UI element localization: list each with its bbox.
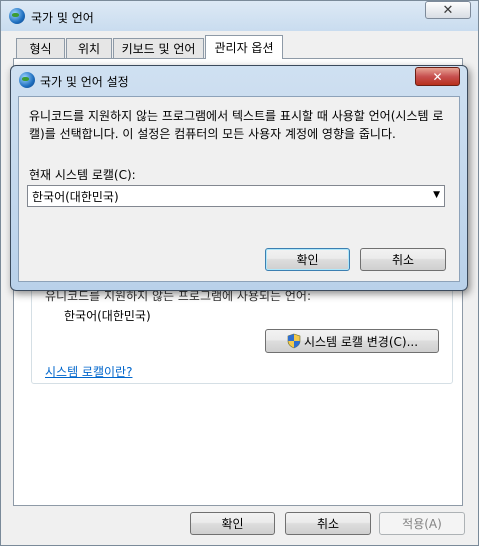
dialog-close-button[interactable]: ✕: [415, 67, 460, 86]
window-close-button[interactable]: ✕: [425, 1, 471, 19]
uac-shield-icon: [287, 333, 301, 349]
apply-button[interactable]: 적용(A): [379, 512, 465, 535]
window-title-bar[interactable]: 국가 및 언어: [1, 1, 478, 31]
dialog-ok-button[interactable]: 확인: [265, 248, 350, 271]
cancel-button[interactable]: 취소: [285, 512, 371, 535]
window-title: 국가 및 언어: [31, 11, 94, 25]
dialog-cancel-button[interactable]: 취소: [360, 248, 446, 271]
globe-icon: [9, 8, 25, 24]
system-locale-label: 현재 시스템 로캘(C):: [29, 168, 136, 182]
tab-keyboards-languages[interactable]: 키보드 및 언어: [113, 38, 204, 58]
chevron-down-icon: ▼: [433, 190, 440, 200]
tab-location[interactable]: 위치: [66, 38, 112, 58]
dialog-title: 국가 및 언어 설정: [40, 75, 129, 89]
dialog-description: 유니코드를 지원하지 않는 프로그램에서 텍스트를 표시할 때 사용할 언어(시…: [29, 109, 444, 141]
globe-icon: [19, 72, 35, 88]
ok-button[interactable]: 확인: [190, 512, 275, 535]
change-system-locale-button[interactable]: 시스템 로캘 변경(C)...: [265, 329, 439, 353]
change-system-locale-label: 시스템 로캘 변경(C)...: [303, 334, 419, 349]
what-is-system-locale-link[interactable]: 시스템 로캘이란?: [45, 363, 132, 380]
tab-formats[interactable]: 형식: [16, 38, 65, 58]
system-locale-select[interactable]: 한국어(대한민국) ▼: [27, 185, 445, 207]
tab-administrative[interactable]: 관리자 옵션: [205, 35, 283, 59]
current-locale-value: 한국어(대한민국): [64, 309, 151, 323]
system-locale-selected: 한국어(대한민국): [32, 189, 119, 204]
